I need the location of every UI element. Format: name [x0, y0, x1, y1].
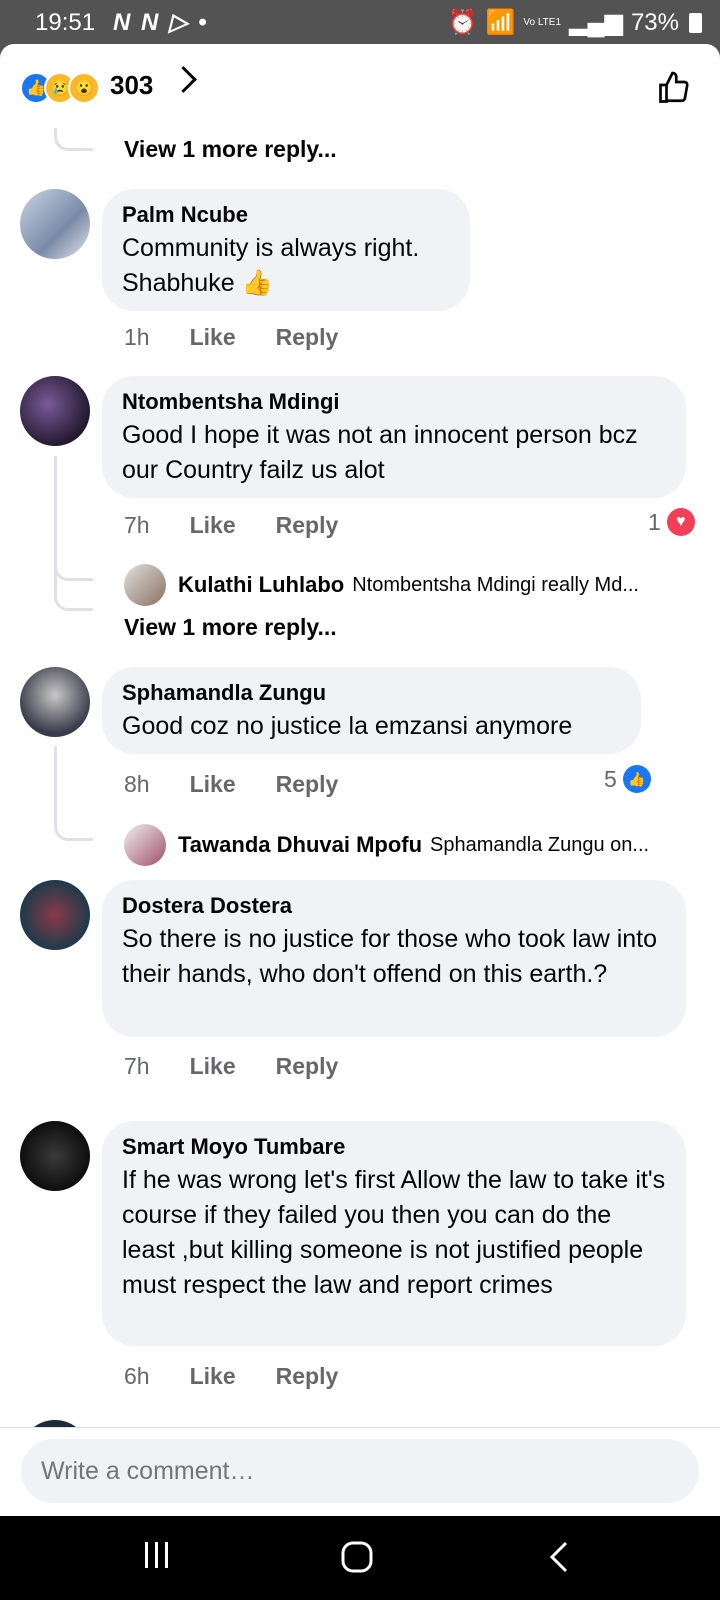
clock: 19:51 [35, 9, 96, 36]
heart-icon: ♥ [666, 508, 695, 536]
reply-text: Ntombentsha Mdingi really Md... [352, 573, 639, 596]
view-more-replies[interactable]: View 1 more reply... [124, 136, 337, 163]
view-more-replies[interactable]: View 1 more reply... [124, 614, 337, 641]
reply-author: Kulathi Luhlabo [178, 572, 345, 597]
reactions-header[interactable]: 👍 😢 😮 303 [0, 44, 720, 128]
comment-author[interactable]: Ntombentsha Mdingi [122, 388, 666, 416]
reply-button[interactable]: Reply [276, 1053, 339, 1080]
reply-button[interactable]: Reply [276, 324, 339, 351]
like-button[interactable]: Like [190, 324, 236, 351]
avatar[interactable] [124, 824, 166, 866]
comment-bubble[interactable]: Ntombentsha Mdingi Good I hope it was no… [102, 376, 686, 498]
comment-text: Good coz no justice la emzansi anymore [122, 712, 573, 740]
like-button[interactable]: Like [190, 1363, 236, 1390]
home-icon[interactable] [340, 1540, 374, 1579]
like-button[interactable]: Like [190, 512, 236, 539]
avatar[interactable] [20, 667, 90, 737]
comment-actions: 6h Like Reply [124, 1363, 338, 1390]
comment-bubble[interactable]: Dostera Dostera So there is no justice f… [102, 880, 686, 1037]
battery-percent: 73% [630, 8, 679, 36]
reply-preview[interactable]: Tawanda Dhuvai Mpofu Sphamandla Zungu on… [124, 824, 696, 866]
comment-actions: 8h Like Reply [124, 771, 338, 798]
thread-connector [54, 552, 93, 581]
reaction-count: 5 [604, 765, 617, 792]
alarm-icon: ⏰ [447, 9, 478, 36]
battery-icon [689, 12, 702, 33]
comment-bubble[interactable]: Smart Moyo Tumbare If he was wrong let's… [102, 1121, 686, 1346]
reply-button[interactable]: Reply [276, 1363, 339, 1390]
comments-sheet: 👍 😢 😮 303 View 1 more reply... Palm Ncub… [0, 44, 720, 1516]
back-icon[interactable] [548, 1540, 570, 1579]
like-icon[interactable] [656, 70, 692, 111]
like-button[interactable]: Like [190, 1053, 236, 1080]
comment-time: 1h [124, 324, 150, 350]
thread-connector [54, 582, 93, 611]
reaction-count: 303 [110, 70, 154, 100]
navigation-bar [0, 1516, 720, 1600]
reaction-summary[interactable]: 1 ♥ [648, 508, 695, 536]
reply-preview[interactable]: Kulathi Luhlabo Ntombentsha Mdingi reall… [124, 564, 696, 606]
comment-bubble[interactable]: Sphamandla Zungu Good coz no justice la … [102, 667, 641, 754]
recent-apps-icon[interactable] [143, 1540, 171, 1575]
comment-author[interactable]: Palm Ncube [122, 201, 450, 229]
comment-input[interactable] [21, 1439, 699, 1503]
avatar[interactable] [124, 564, 166, 606]
reply-author: Tawanda Dhuvai Mpofu [178, 832, 423, 857]
status-icons: ⏰ 📶 Vo LTE1 ▂▄▆ 73% [448, 8, 702, 37]
avatar[interactable] [20, 376, 90, 446]
comment-text: So there is no justice for those who too… [122, 925, 658, 988]
avatar[interactable] [20, 880, 90, 950]
comment-composer [0, 1427, 720, 1516]
comment-text: Good I hope it was not an innocent perso… [122, 421, 638, 484]
reply-button[interactable]: Reply [276, 771, 339, 798]
comment-actions: 7h Like Reply [124, 512, 338, 539]
notification-icons: N N ▷ • [113, 9, 209, 36]
reply-text: Sphamandla Zungu on... [430, 833, 650, 856]
reaction-count: 1 [648, 508, 661, 535]
carrier-label: Vo LTE1 [523, 17, 562, 28]
comment-author[interactable]: Sphamandla Zungu [122, 679, 621, 707]
thread-connector [54, 128, 93, 151]
comment-author[interactable]: Dostera Dostera [122, 892, 666, 920]
chevron-right-icon[interactable] [170, 66, 197, 93]
comment-time: 7h [124, 512, 150, 538]
comment-time: 7h [124, 1053, 150, 1079]
wow-reaction-icon: 😮 [68, 72, 100, 104]
comment-author[interactable]: Smart Moyo Tumbare [122, 1133, 666, 1161]
comment-text: If he was wrong let's first Allow the la… [122, 1166, 666, 1299]
comment-text: Community is always right. Shabhuke 👍 [122, 234, 420, 297]
like-button[interactable]: Like [190, 771, 236, 798]
reaction-summary[interactable]: 5 👍 [604, 765, 651, 793]
avatar[interactable] [20, 1121, 90, 1191]
comment-time: 8h [124, 771, 150, 797]
reply-button[interactable]: Reply [276, 512, 339, 539]
comment-time: 6h [124, 1363, 150, 1389]
avatar[interactable] [20, 189, 90, 259]
wifi-icon: 📶 [485, 9, 516, 36]
signal-icon: ▂▄▆ [569, 9, 623, 36]
comment-actions: 7h Like Reply [124, 1053, 338, 1080]
like-icon: 👍 [622, 765, 651, 793]
status-bar: 19:51 N N ▷ • ⏰ 📶 Vo LTE1 ▂▄▆ 73% [0, 0, 720, 46]
comment-actions: 1h Like Reply [124, 324, 338, 351]
thread-connector [54, 812, 93, 841]
comment-bubble[interactable]: Palm Ncube Community is always right. Sh… [102, 189, 470, 311]
reaction-icons: 👍 😢 😮 [20, 72, 100, 104]
